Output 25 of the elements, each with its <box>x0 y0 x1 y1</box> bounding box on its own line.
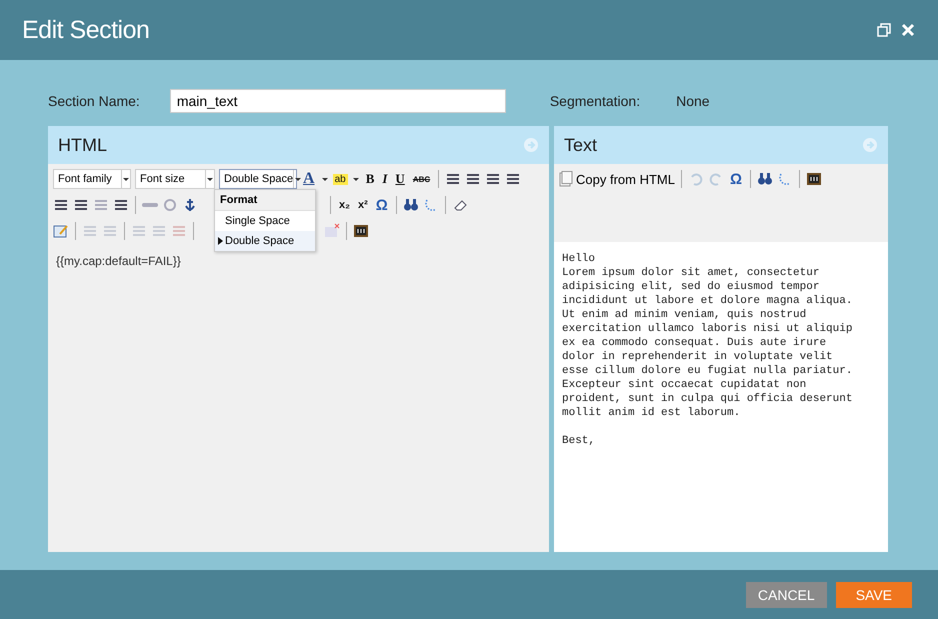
field-label: Section Name: <box>48 93 140 109</box>
special-character-button[interactable]: Ω <box>374 196 390 214</box>
subscript-button[interactable]: x₂ <box>337 199 352 211</box>
menu-header: Format <box>215 190 315 211</box>
italic-button[interactable]: I <box>380 171 390 187</box>
section-name-field[interactable]: main_text <box>170 89 506 113</box>
menu-item[interactable]: Double Space <box>215 231 315 251</box>
segmentation-value: None <box>676 93 710 109</box>
bold-button[interactable]: B <box>364 171 376 187</box>
dropdown[interactable]: Font size <box>135 169 215 189</box>
special-character-button[interactable]: Ω <box>728 170 744 188</box>
copy-from-html-button[interactable]: Copy from HTML <box>559 171 675 187</box>
panel-title: Text <box>564 134 598 156</box>
underline-button[interactable]: U <box>393 171 407 187</box>
plain-text-content: Hello Lorem ipsum dolor sit amet, consectetur adipisicing elit, sed do eiusmod tempor incididunt ut labore et dolore magna aliqua. Ut enim ad minim veniam, quis nostrud exercitation ullamco laboris nisi ut aliquip ex ea commodo consequat. Duis aute irure dolor in reprehenderit in voluptate velit esse cillum dolore eu fugiat nulla pariatur. Excepteur sint occaecat cupidatat non proident, sunt in culpa qui officia deserunt mollit anim id est laborum. Best, <box>554 242 888 552</box>
strikethrough-button[interactable]: ABC <box>410 174 432 184</box>
menu-item[interactable]: Single Space <box>215 211 315 231</box>
highlight-button[interactable]: ab <box>332 174 348 184</box>
dropdown[interactable]: Font family <box>53 169 131 189</box>
html-content: {{my.cap:default=FAIL}} <box>56 254 181 268</box>
superscript-button[interactable]: x² <box>356 199 370 211</box>
window-title: Edit Section <box>22 16 150 44</box>
panel-title: HTML <box>58 134 107 156</box>
text-color-button[interactable]: A <box>301 170 317 188</box>
field-label: Segmentation: <box>550 93 640 109</box>
